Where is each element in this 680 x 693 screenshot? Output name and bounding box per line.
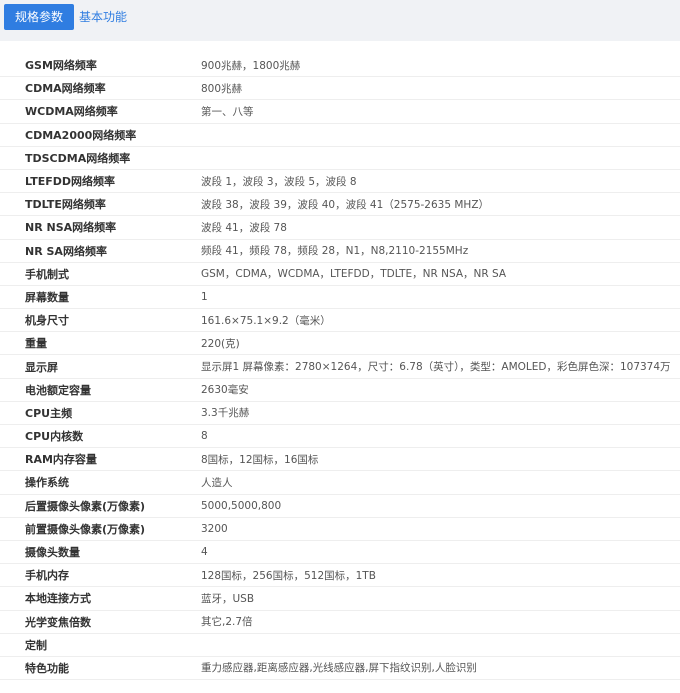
- spec-value: 人造人: [201, 476, 233, 489]
- spec-value: 8国标，12国标，16国标: [201, 453, 319, 466]
- spec-row: 电池额定容量 2630毫安: [0, 379, 680, 402]
- spec-value: 蓝牙，USB: [201, 592, 255, 605]
- spec-label: 机身尺寸: [25, 314, 69, 328]
- tab-bar: 规格参数 基本功能: [0, 0, 680, 41]
- spec-label: 屏幕数量: [25, 290, 69, 304]
- spec-row: 定制: [0, 634, 680, 657]
- spec-row: 手机制式 GSM，CDMA，WCDMA，LTEFDD，TDLTE，NR NSA，N…: [0, 263, 680, 286]
- spec-row: RAM内存容量 8国标，12国标，16国标: [0, 448, 680, 472]
- spec-value: 2630毫安: [201, 384, 249, 397]
- spec-value: 5000,5000,800: [201, 499, 282, 512]
- spec-row: CDMA2000网络频率: [0, 124, 680, 147]
- spec-label: 手机制式: [25, 267, 69, 281]
- spec-value: 频段 41，频段 78，频段 28，N1，N8,2110-2155MHz: [201, 245, 469, 258]
- spec-row: NR SA网络频率 频段 41，频段 78，频段 28，N1，N8,2110-21…: [0, 240, 680, 263]
- spec-label: NR SA网络频率: [25, 244, 107, 258]
- spec-row: LTEFDD网络频率 波段 1，波段 3，波段 5，波段 8: [0, 170, 680, 194]
- spec-row: 特色功能 重力感应器,距离感应器,光线感应器,屏下指纹识别,人脸识别: [0, 657, 680, 681]
- spec-label: 前置摄像头像素(万像素): [25, 522, 146, 536]
- spec-label: 摄像头数量: [25, 546, 80, 560]
- spec-value: 波段 38，波段 39，波段 40，波段 41（2575-2635 MHZ）: [201, 198, 490, 211]
- spec-row: TDLTE网络频率 波段 38，波段 39，波段 40，波段 41（2575-26…: [0, 193, 680, 217]
- spec-label: 后置摄像头像素(万像素): [25, 499, 146, 513]
- spec-label: CDMA网络频率: [25, 82, 106, 96]
- spec-row: 重量 220(克): [0, 332, 680, 356]
- spec-label: 特色功能: [25, 661, 69, 675]
- spec-row: CPU内核数 8: [0, 425, 680, 449]
- spec-row: 机身尺寸 161.6×75.1×9.2（毫米）: [0, 309, 680, 333]
- spec-label: 重量: [25, 337, 47, 351]
- spec-value: 显示屏1 屏幕像素：2780×1264，尺寸：6.78（英寸），类型：AMOLE…: [201, 361, 671, 374]
- spec-label: WCDMA网络频率: [25, 105, 118, 119]
- spec-row: 屏幕数量 1: [0, 286, 680, 310]
- spec-row: NR NSA网络频率 波段 41，波段 78: [0, 216, 680, 240]
- spec-row: 本地连接方式 蓝牙，USB: [0, 587, 680, 611]
- spec-label: TDSCDMA网络频率: [25, 151, 131, 165]
- spec-label: RAM内存容量: [25, 453, 97, 467]
- tab-basic-functions[interactable]: 基本功能: [68, 4, 138, 30]
- spec-table: GSM网络频率 900兆赫，1800兆赫 CDMA网络频率 800兆赫 WCDMA网络频…: [0, 54, 680, 681]
- spec-value: 161.6×75.1×9.2（毫米）: [201, 314, 331, 327]
- spec-value: 4: [201, 546, 208, 559]
- spec-value: 其它,2.7倍: [201, 616, 253, 629]
- spec-row: 前置摄像头像素(万像素) 3200: [0, 518, 680, 541]
- spec-row: CDMA网络频率 800兆赫: [0, 77, 680, 101]
- spec-label: 手机内存: [25, 569, 69, 583]
- spec-value: 第一、八等: [201, 105, 254, 118]
- spec-row: GSM网络频率 900兆赫，1800兆赫: [0, 54, 680, 78]
- spec-row: 后置摄像头像素(万像素) 5000,5000,800: [0, 495, 680, 518]
- spec-value: 8: [201, 430, 208, 443]
- spec-label: 本地连接方式: [25, 592, 91, 606]
- spec-label: NR NSA网络频率: [25, 221, 117, 235]
- spec-value: 3200: [201, 522, 228, 535]
- spec-value: 128国标，256国标，512国标，1TB: [201, 569, 376, 582]
- spec-value: 220(克): [201, 337, 240, 350]
- spec-value: 1: [201, 290, 208, 303]
- spec-row: 手机内存 128国标，256国标，512国标，1TB: [0, 564, 680, 588]
- spec-label: TDLTE网络频率: [25, 198, 106, 212]
- spec-row: 操作系统 人造人: [0, 471, 680, 495]
- spec-value: 重力感应器,距离感应器,光线感应器,屏下指纹识别,人脸识别: [201, 662, 477, 675]
- spec-label: 定制: [25, 638, 47, 652]
- spec-label: GSM网络频率: [25, 59, 97, 73]
- spec-value: 3.3千兆赫: [201, 407, 250, 420]
- spec-label: CPU主频: [25, 406, 73, 420]
- spec-row: WCDMA网络频率 第一、八等: [0, 100, 680, 124]
- tab-specs[interactable]: 规格参数: [4, 4, 75, 30]
- spec-label: 光学变焦倍数: [25, 615, 91, 629]
- spec-row: CPU主频 3.3千兆赫: [0, 402, 680, 425]
- spec-value: 波段 41，波段 78: [201, 221, 287, 234]
- spec-value: 波段 1，波段 3，波段 5，波段 8: [201, 175, 357, 188]
- spec-label: 电池额定容量: [25, 383, 91, 397]
- spec-row: 光学变焦倍数 其它,2.7倍: [0, 611, 680, 634]
- spec-row: 摄像头数量 4: [0, 541, 680, 565]
- spec-value: GSM，CDMA，WCDMA，LTEFDD，TDLTE，NR NSA，NR SA: [201, 268, 507, 281]
- spec-label: 显示屏: [25, 360, 58, 374]
- spec-row: TDSCDMA网络频率: [0, 147, 680, 170]
- spec-label: LTEFDD网络频率: [25, 175, 115, 189]
- spec-row: 显示屏 显示屏1 屏幕像素：2780×1264，尺寸：6.78（英寸），类型：AM…: [0, 355, 680, 379]
- spec-value: 800兆赫: [201, 82, 243, 95]
- spec-label: 操作系统: [25, 476, 69, 490]
- spec-value: 900兆赫，1800兆赫: [201, 59, 301, 72]
- spec-label: CPU内核数: [25, 430, 84, 444]
- spec-label: CDMA2000网络频率: [25, 128, 137, 142]
